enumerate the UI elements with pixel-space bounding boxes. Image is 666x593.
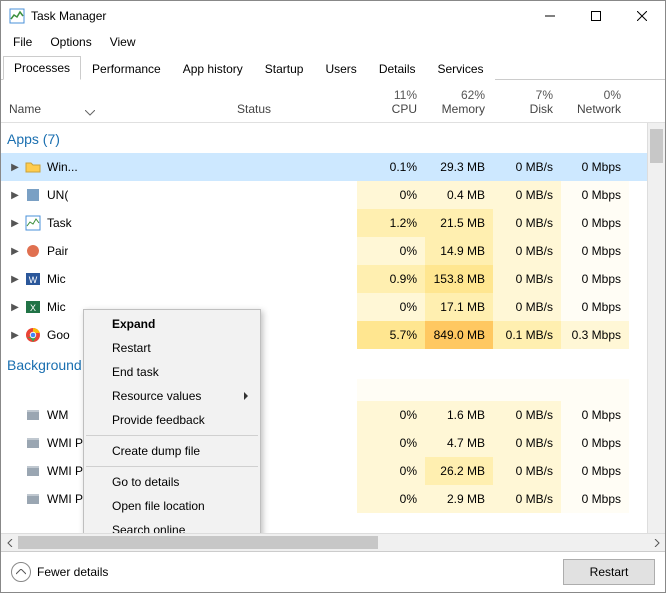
- scroll-right-icon[interactable]: [648, 534, 665, 551]
- ctx-end-task[interactable]: End task: [84, 360, 260, 384]
- footer: Fewer details Restart: [1, 551, 665, 592]
- scroll-left-icon[interactable]: [1, 534, 18, 551]
- process-name: UN(: [47, 188, 68, 202]
- taskmgr-icon: [25, 215, 41, 231]
- expand-chevron-icon[interactable]: ▶: [9, 274, 21, 285]
- tab-startup[interactable]: Startup: [254, 57, 315, 80]
- process-row[interactable]: ▶ Win... 0.1% 29.3 MB 0 MB/s 0 Mbps: [1, 153, 665, 181]
- app-icon: [9, 8, 25, 24]
- tab-services[interactable]: Services: [427, 57, 495, 80]
- column-headers: Name Status 11% CPU 62% Memory 7% Disk 0…: [1, 80, 665, 123]
- tab-details[interactable]: Details: [368, 57, 427, 80]
- col-header-disk[interactable]: 7% Disk: [493, 84, 561, 122]
- group-apps-title: Apps (7): [1, 123, 665, 153]
- col-header-name[interactable]: Name: [1, 106, 229, 122]
- cell-net: 0 Mbps: [561, 153, 629, 181]
- tab-app-history[interactable]: App history: [172, 57, 254, 80]
- scrollbar-thumb[interactable]: [650, 129, 663, 163]
- service-icon: [25, 463, 41, 479]
- vertical-scrollbar[interactable]: [647, 123, 665, 533]
- close-button[interactable]: [619, 1, 665, 31]
- ctx-provide-feedback[interactable]: Provide feedback: [84, 408, 260, 432]
- ctx-restart[interactable]: Restart: [84, 336, 260, 360]
- process-name: Goo: [47, 328, 70, 342]
- col-header-cpu[interactable]: 11% CPU: [357, 84, 425, 122]
- tabstrip: Processes Performance App history Startu…: [1, 53, 665, 80]
- cell-cpu: 0.1%: [357, 153, 425, 181]
- service-icon: [25, 407, 41, 423]
- word-icon: W: [25, 271, 41, 287]
- menu-view[interactable]: View: [102, 33, 144, 51]
- col-header-status[interactable]: Status: [229, 98, 357, 122]
- excel-icon: X: [25, 299, 41, 315]
- expand-chevron-icon[interactable]: ▶: [9, 218, 21, 229]
- cell-mem: 29.3 MB: [425, 153, 493, 181]
- ctx-separator: [86, 435, 258, 436]
- chevron-up-icon: [11, 562, 31, 582]
- ctx-create-dump[interactable]: Create dump file: [84, 439, 260, 463]
- expand-chevron-icon[interactable]: ▶: [9, 190, 21, 201]
- process-name: Mic: [47, 300, 66, 314]
- sort-indicator-icon: [85, 110, 99, 116]
- expand-chevron-icon[interactable]: ▶: [9, 162, 21, 173]
- cell-disk: 0 MB/s: [493, 153, 561, 181]
- process-name: Win...: [47, 160, 78, 174]
- ctx-resource-values[interactable]: Resource values: [84, 384, 260, 408]
- titlebar: Task Manager: [1, 1, 665, 31]
- tab-processes[interactable]: Processes: [3, 56, 81, 80]
- folder-icon: [25, 159, 41, 175]
- ctx-expand[interactable]: Expand: [84, 312, 260, 336]
- svg-text:W: W: [29, 275, 38, 285]
- process-name: WM: [47, 408, 68, 422]
- restart-button[interactable]: Restart: [563, 559, 655, 585]
- tab-users[interactable]: Users: [314, 57, 367, 80]
- process-row[interactable]: ▶ W Mic 0.9% 153.8 MB 0 MB/s 0 Mbps: [1, 265, 665, 293]
- maximize-button[interactable]: [573, 1, 619, 31]
- scrollbar-thumb[interactable]: [18, 536, 378, 549]
- ctx-go-to-details[interactable]: Go to details: [84, 470, 260, 494]
- chrome-icon: [25, 327, 41, 343]
- menu-options[interactable]: Options: [42, 33, 99, 51]
- col-header-memory[interactable]: 62% Memory: [425, 84, 493, 122]
- ctx-separator: [86, 466, 258, 467]
- process-row[interactable]: ▶ Pair 0% 14.9 MB 0 MB/s 0 Mbps: [1, 237, 665, 265]
- app-icon: [25, 243, 41, 259]
- context-menu: Expand Restart End task Resource values …: [83, 309, 261, 533]
- process-list[interactable]: Apps (7) ▶ Win... 0.1% 29.3 MB 0 MB/s 0 …: [1, 123, 665, 533]
- process-name: Mic: [47, 272, 66, 286]
- menu-file[interactable]: File: [5, 33, 40, 51]
- menubar: File Options View: [1, 31, 665, 53]
- app-icon: [25, 187, 41, 203]
- tab-performance[interactable]: Performance: [81, 57, 172, 80]
- minimize-button[interactable]: [527, 1, 573, 31]
- fewer-details-toggle[interactable]: Fewer details: [11, 562, 108, 582]
- col-header-network[interactable]: 0% Network: [561, 84, 629, 122]
- expand-chevron-icon[interactable]: ▶: [9, 302, 21, 313]
- service-icon: [25, 435, 41, 451]
- expand-chevron-icon[interactable]: ▶: [9, 246, 21, 257]
- ctx-search-online[interactable]: Search online: [84, 518, 260, 533]
- ctx-open-file-location[interactable]: Open file location: [84, 494, 260, 518]
- expand-chevron-icon[interactable]: ▶: [9, 330, 21, 341]
- process-row[interactable]: ▶ UN( 0% 0.4 MB 0 MB/s 0 Mbps: [1, 181, 665, 209]
- process-name: Task: [47, 216, 72, 230]
- service-icon: [25, 491, 41, 507]
- svg-text:X: X: [30, 303, 36, 313]
- task-manager-window: Task Manager File Options View Processes…: [0, 0, 666, 593]
- fewer-details-label: Fewer details: [37, 565, 108, 579]
- horizontal-scrollbar[interactable]: [1, 533, 665, 551]
- process-row[interactable]: ▶ Task 1.2% 21.5 MB 0 MB/s 0 Mbps: [1, 209, 665, 237]
- process-name: Pair: [47, 244, 68, 258]
- window-title: Task Manager: [31, 9, 106, 23]
